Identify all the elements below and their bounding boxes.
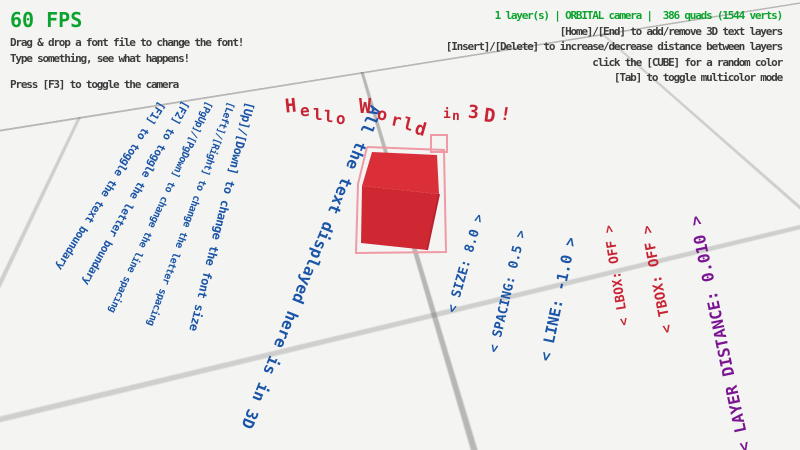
hint-type-something: Type something, see what happens! [10,52,189,65]
fps-counter: 60 FPS [10,8,82,32]
hello-letter: l [324,107,334,126]
hello-letter: e [300,101,311,120]
hello-letter: H [284,94,298,117]
status-bar: 1 layer(s) | ORBITAL camera | 386 quads … [495,9,782,22]
hint-layer-distance: [Insert]/[Delete] to increase/decrease d… [446,40,782,53]
hint-toggle-camera: Press [F3] to toggle the camera [10,78,178,91]
hint-add-remove-layers: [Home]/[End] to add/remove 3D text layer… [560,25,782,38]
hello-letter: W [359,94,371,118]
cube[interactable] [340,125,460,265]
hello-letter: l [313,105,323,124]
hint-cube-color: click the [CUBE] for a random color [592,56,782,69]
hello-letter: n [452,109,460,124]
hint-drag-drop-font: Drag & drop a font file to change the fo… [10,36,243,49]
cube-graphic [340,125,460,265]
hello-letter: 3 [467,102,479,124]
hint-multicolor-mode: [Tab] to toggle multicolor mode [614,71,782,84]
hello-letter: i [443,107,451,122]
cube-front-face [361,186,439,250]
